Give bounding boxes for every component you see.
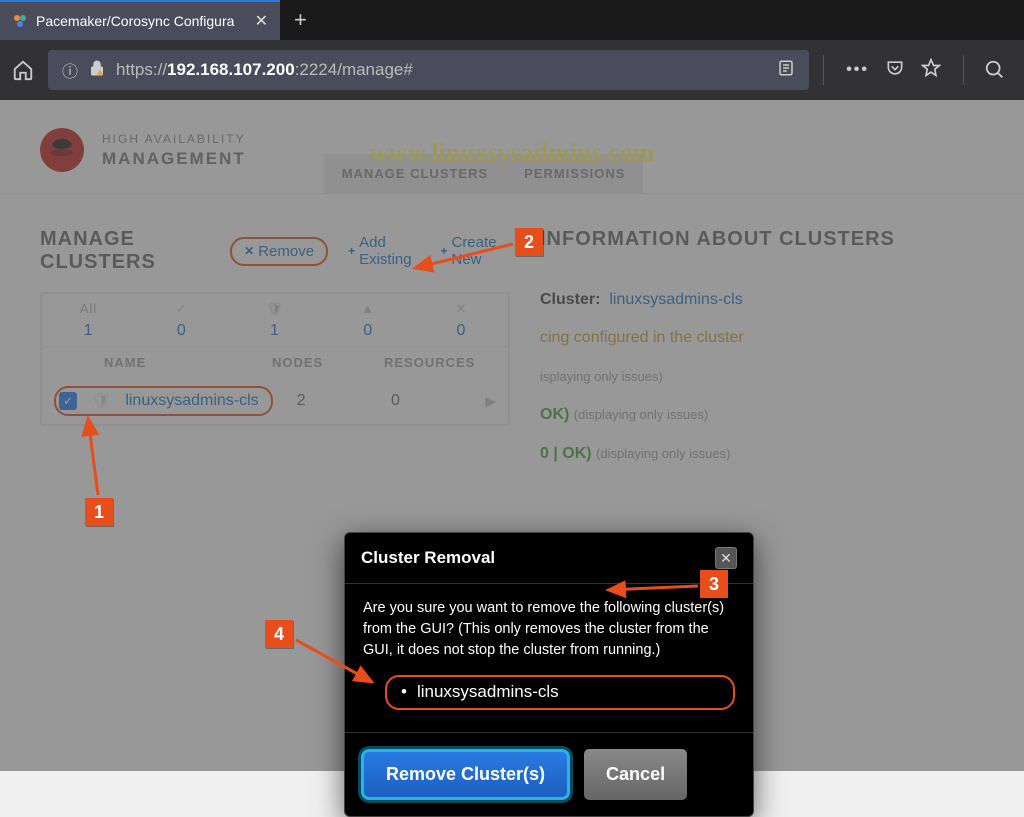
separator — [963, 55, 964, 85]
modal-cluster-name: linuxsysadmins-cls — [417, 680, 559, 705]
tab-title: Pacemaker/Corosync Configura — [36, 13, 247, 29]
toolbar-icons: ••• — [838, 58, 949, 83]
bookmark-icon[interactable] — [921, 58, 941, 83]
cluster-removal-modal: Cluster Removal ✕ Are you sure you want … — [344, 532, 754, 817]
modal-header: Cluster Removal ✕ — [345, 533, 753, 584]
close-icon[interactable]: ✕ — [255, 11, 268, 31]
tab-bar: Pacemaker/Corosync Configura ✕ + — [0, 0, 1024, 40]
modal-title: Cluster Removal — [361, 548, 495, 568]
browser-chrome: Pacemaker/Corosync Configura ✕ + ⓘ https… — [0, 0, 1024, 100]
search-icon[interactable] — [978, 59, 1012, 81]
annotation-marker-3: 3 — [700, 570, 728, 598]
modal-body: Are you sure you want to remove the foll… — [345, 584, 753, 732]
cancel-button[interactable]: Cancel — [584, 749, 687, 800]
info-icon[interactable]: ⓘ — [62, 58, 78, 82]
modal-close-button[interactable]: ✕ — [715, 547, 737, 569]
page: HIGH AVAILABILITY MANAGEMENT MANAGE CLUS… — [0, 100, 1024, 771]
annotation-marker-2: 2 — [515, 228, 543, 256]
home-icon[interactable] — [12, 59, 34, 81]
annotation-marker-1: 1 — [85, 498, 113, 526]
new-tab-button[interactable]: + — [280, 7, 321, 33]
nav-bar: ⓘ https://192.168.107.200:2224/manage# •… — [0, 40, 1024, 100]
annotation-marker-4: 4 — [265, 620, 293, 648]
remove-clusters-button[interactable]: Remove Cluster(s) — [361, 749, 570, 800]
favicon-icon — [12, 13, 28, 29]
bullet-icon: • — [401, 680, 407, 705]
lock-warning-icon[interactable] — [88, 59, 106, 82]
modal-cluster-item: • linuxsysadmins-cls — [385, 675, 735, 710]
modal-list: • linuxsysadmins-cls — [363, 661, 735, 724]
reader-icon[interactable] — [777, 59, 795, 82]
modal-message: Are you sure you want to remove the foll… — [363, 598, 735, 661]
more-icon[interactable]: ••• — [846, 61, 869, 79]
separator — [823, 55, 824, 85]
pocket-icon[interactable] — [885, 58, 905, 83]
url-bar[interactable]: ⓘ https://192.168.107.200:2224/manage# — [48, 50, 809, 90]
browser-tab[interactable]: Pacemaker/Corosync Configura ✕ — [0, 0, 280, 40]
modal-footer: Remove Cluster(s) Cancel — [345, 732, 753, 816]
url-text: https://192.168.107.200:2224/manage# — [116, 60, 767, 80]
